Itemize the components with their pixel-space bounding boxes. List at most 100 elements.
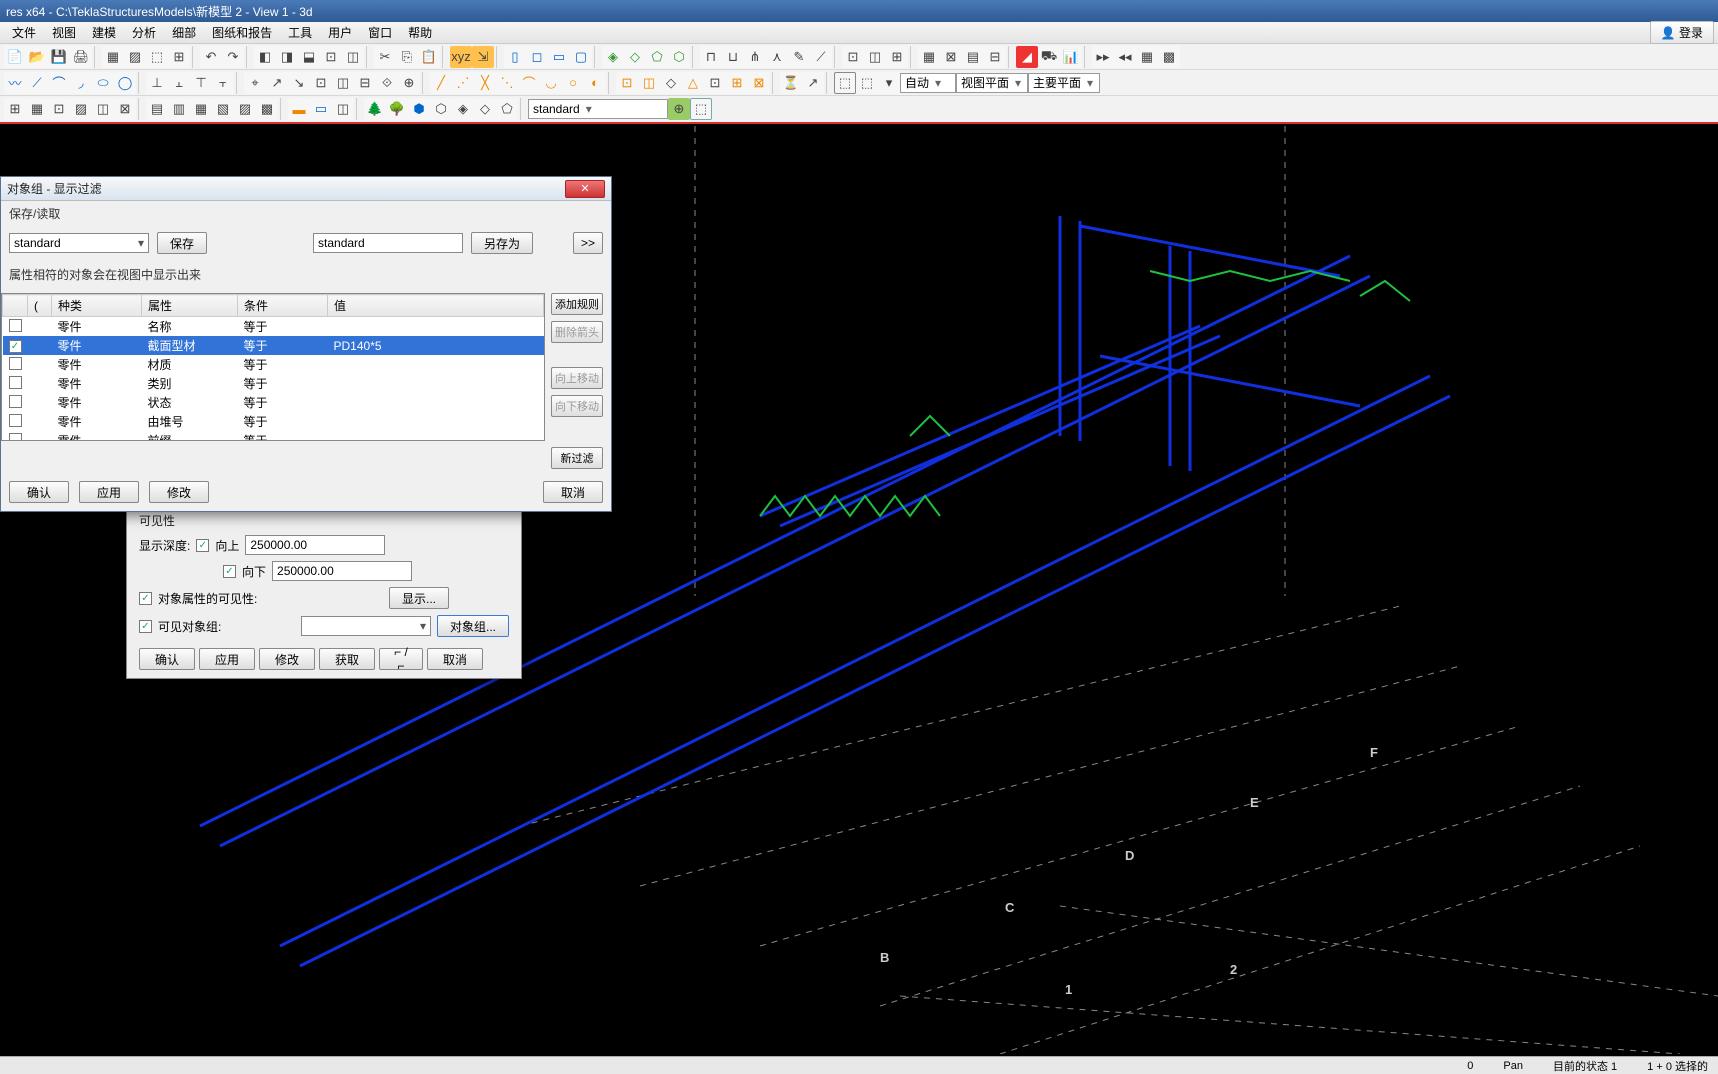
col-value[interactable]: 值 <box>328 295 544 317</box>
tool-icon[interactable]: ◇ <box>474 98 496 120</box>
tool-icon[interactable]: ⌖ <box>244 72 266 94</box>
tool-icon[interactable]: ⊡ <box>842 46 864 68</box>
table-row[interactable]: 零件材质等于 <box>3 355 544 374</box>
tool-icon[interactable]: ▦ <box>102 46 124 68</box>
checkbox-up[interactable] <box>196 539 209 552</box>
menu-item[interactable]: 文件 <box>4 22 44 43</box>
menu-item[interactable]: 建模 <box>84 22 124 43</box>
tool-icon[interactable]: ⟐ <box>376 72 398 94</box>
tool-icon[interactable]: ⊟ <box>354 72 376 94</box>
toggle-button[interactable]: ⌐ / ⌐ <box>379 648 423 670</box>
tool-icon[interactable]: ◫ <box>342 46 364 68</box>
tool-icon[interactable]: ↶ <box>200 46 222 68</box>
tool-icon[interactable]: 📄 <box>4 46 26 68</box>
tool-icon[interactable]: xyz <box>450 46 472 68</box>
tool-icon[interactable]: ⬠ <box>646 46 668 68</box>
save-as-button[interactable]: 另存为 <box>471 232 533 254</box>
dropdown-auto[interactable]: 自动 <box>900 73 956 93</box>
tool-icon[interactable]: ⊞ <box>168 46 190 68</box>
table-row[interactable]: 零件前缀等于 <box>3 431 544 441</box>
show-button-2[interactable]: 显示... <box>389 587 449 609</box>
tool-icon[interactable]: ▭ <box>310 98 332 120</box>
tool-icon[interactable]: ▤ <box>146 98 168 120</box>
tool-icon[interactable]: ◧ <box>254 46 276 68</box>
checkbox-obj-vis[interactable] <box>139 592 152 605</box>
col-paren[interactable]: ( <box>28 295 52 317</box>
tool-icon[interactable]: ⊤ <box>190 72 212 94</box>
row-checkbox[interactable] <box>9 433 22 442</box>
tool-icon[interactable]: ↷ <box>222 46 244 68</box>
table-row[interactable]: 零件类别等于 <box>3 374 544 393</box>
tool-icon[interactable]: ⬡ <box>668 46 690 68</box>
save-button[interactable]: 保存 <box>157 232 207 254</box>
tool-icon[interactable]: ⌒ <box>518 72 540 94</box>
tool-icon[interactable]: ⏳ <box>780 72 802 94</box>
tool-icon[interactable]: ⊟ <box>984 46 1006 68</box>
tool-icon[interactable]: ⬓ <box>298 46 320 68</box>
combo-filter-name[interactable]: standard <box>9 233 149 253</box>
tool-icon[interactable]: ⊡ <box>310 72 332 94</box>
tool-icon[interactable]: ⛟ <box>1038 46 1060 68</box>
tool-icon[interactable]: ▨ <box>70 98 92 120</box>
move-up-button[interactable]: 向上移动 <box>551 367 603 389</box>
tool-icon[interactable]: ⬚ <box>690 98 712 120</box>
row-checkbox[interactable] <box>9 376 22 389</box>
tool-icon[interactable]: ⌒ <box>48 72 70 94</box>
dropdown-mainplane[interactable]: 主要平面 <box>1028 73 1100 93</box>
tool-icon[interactable]: ◯ <box>114 72 136 94</box>
tool-icon[interactable]: ⊠ <box>114 98 136 120</box>
tool-icon[interactable]: ▦ <box>26 98 48 120</box>
tool-icon[interactable]: 📊 <box>1060 46 1082 68</box>
move-down-button[interactable]: 向下移动 <box>551 395 603 417</box>
tool-icon[interactable]: ▾ <box>878 72 900 94</box>
tool-icon[interactable]: ◫ <box>864 46 886 68</box>
tool-icon[interactable]: ◇ <box>660 72 682 94</box>
tool-icon[interactable]: ▦ <box>190 98 212 120</box>
tool-icon[interactable]: ⊕ <box>668 98 690 120</box>
tool-icon[interactable]: ⬚ <box>856 72 878 94</box>
tool-icon[interactable]: 🖨 <box>70 46 92 68</box>
login-button[interactable]: 登录 <box>1650 21 1714 44</box>
col-cond[interactable]: 条件 <box>238 295 328 317</box>
tool-icon[interactable]: ⊡ <box>48 98 70 120</box>
tool-icon[interactable]: 📂 <box>26 46 48 68</box>
delete-rule-button[interactable]: 删除箭头 <box>551 321 603 343</box>
tool-icon[interactable]: ▤ <box>962 46 984 68</box>
col-attr[interactable]: 属性 <box>142 295 238 317</box>
menu-item[interactable]: 分析 <box>124 22 164 43</box>
tool-icon[interactable]: ○ <box>562 72 584 94</box>
modify-button[interactable]: 修改 <box>259 648 315 670</box>
tool-icon[interactable]: ▦ <box>1136 46 1158 68</box>
tool-icon[interactable]: ⋱ <box>496 72 518 94</box>
tool-icon[interactable]: ⬚ <box>146 46 168 68</box>
tool-icon[interactable]: ◞ <box>70 72 92 94</box>
tool-icon[interactable]: 🌳 <box>386 98 408 120</box>
row-checkbox[interactable] <box>9 340 22 353</box>
combo-vis-group[interactable] <box>301 616 431 636</box>
tool-icon[interactable]: ⫠ <box>168 72 190 94</box>
menu-item[interactable]: 工具 <box>280 22 320 43</box>
tool-icon[interactable]: ╱ <box>430 72 452 94</box>
tool-icon[interactable]: ⬭ <box>92 72 114 94</box>
tool-icon[interactable]: ▸▸ <box>1092 46 1114 68</box>
col-type[interactable]: 种类 <box>52 295 142 317</box>
tool-icon[interactable]: 📋 <box>418 46 440 68</box>
dropdown-viewplane[interactable]: 视图平面 <box>956 73 1028 93</box>
tool-icon[interactable]: ⬚ <box>834 72 856 94</box>
tool-icon[interactable]: ⟋ <box>26 72 48 94</box>
tool-icon[interactable]: ⇲ <box>472 46 494 68</box>
tool-icon[interactable]: ⊥ <box>146 72 168 94</box>
tool-icon[interactable]: ◇ <box>624 46 646 68</box>
cancel-button[interactable]: 取消 <box>427 648 483 670</box>
tool-icon[interactable]: 〰 <box>4 72 26 94</box>
get-button[interactable]: 获取 <box>319 648 375 670</box>
new-filter-button[interactable]: 新过滤 <box>551 447 603 469</box>
object-group-button[interactable]: 对象组... <box>437 615 509 637</box>
tool-icon[interactable]: ▧ <box>212 98 234 120</box>
menu-item[interactable]: 视图 <box>44 22 84 43</box>
dialog-titlebar[interactable]: 对象组 - 显示过滤 ✕ <box>1 177 611 201</box>
modify-button[interactable]: 修改 <box>149 481 209 503</box>
tool-icon[interactable]: ⊡ <box>320 46 342 68</box>
filter-table[interactable]: ( 种类 属性 条件 值 零件名称等于零件截面型材等于PD140*5零件材质等于… <box>1 293 545 441</box>
ok-button[interactable]: 确认 <box>139 648 195 670</box>
